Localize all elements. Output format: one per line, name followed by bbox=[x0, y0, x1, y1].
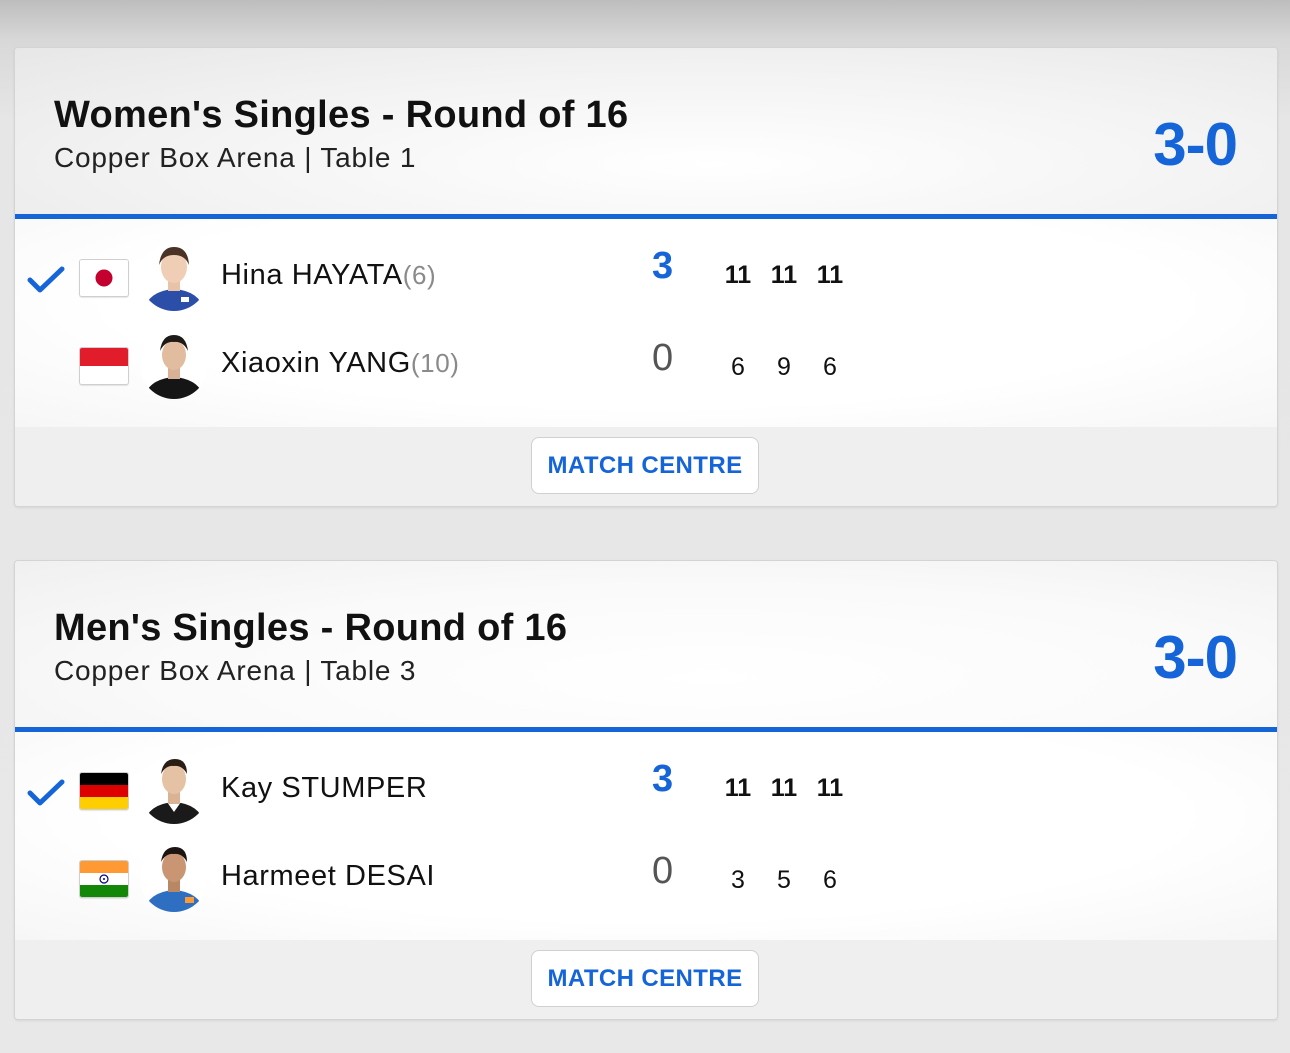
germany-flag-icon bbox=[79, 772, 129, 810]
player-name[interactable]: Harmeet DESAI bbox=[221, 860, 435, 893]
game-scores: 3 5 6 bbox=[715, 866, 875, 906]
india-flag-icon bbox=[79, 860, 129, 898]
card-footer: MATCH CENTRE bbox=[15, 427, 1277, 506]
player-avatar-icon bbox=[141, 243, 207, 311]
game-score: 9 bbox=[777, 353, 791, 381]
venue-label: Copper Box Arena | Table 1 bbox=[54, 142, 417, 173]
game-score: 11 bbox=[724, 261, 752, 289]
player-avatar-icon bbox=[141, 844, 207, 912]
match-card: Women's Singles - Round of 16 Copper Box… bbox=[14, 47, 1278, 507]
card-footer: MATCH CENTRE bbox=[15, 940, 1277, 1019]
game-scores: 11 11 11 bbox=[715, 261, 875, 301]
player-row: Harmeet DESAI 0 3 5 6 bbox=[15, 838, 1277, 918]
sets-won: 3 bbox=[652, 758, 674, 800]
japan-flag-icon bbox=[79, 259, 129, 297]
game-score: 11 bbox=[770, 261, 798, 289]
player-name-text: Xiaoxin YANG bbox=[221, 347, 411, 379]
match-centre-button[interactable]: MATCH CENTRE bbox=[531, 950, 759, 1007]
player-avatar-icon bbox=[141, 331, 207, 399]
player-name[interactable]: Kay STUMPER bbox=[221, 772, 427, 805]
players-panel: Kay STUMPER 3 11 11 11 Harmeet DESAI 0 3… bbox=[15, 732, 1277, 940]
winner-check-icon bbox=[27, 266, 65, 293]
venue-label: Copper Box Arena | Table 3 bbox=[54, 655, 417, 686]
match-header: Men's Singles - Round of 16 Copper Box A… bbox=[15, 561, 1277, 732]
event-title: Men's Singles - Round of 16 bbox=[54, 607, 568, 649]
player-name-text: Hina HAYATA bbox=[221, 259, 403, 291]
player-row: Kay STUMPER 3 11 11 11 bbox=[15, 750, 1277, 830]
game-score: 11 bbox=[770, 774, 798, 802]
match-card: Men's Singles - Round of 16 Copper Box A… bbox=[14, 560, 1278, 1020]
game-score: 5 bbox=[777, 866, 791, 894]
sets-won: 0 bbox=[652, 850, 674, 892]
game-score: 11 bbox=[816, 774, 844, 802]
game-score: 6 bbox=[823, 866, 837, 894]
player-name-text: Harmeet DESAI bbox=[221, 860, 436, 892]
game-score: 6 bbox=[731, 353, 745, 381]
seed-label: (6) bbox=[402, 260, 437, 290]
overall-score: 3-0 bbox=[1153, 111, 1238, 178]
player-name[interactable]: Hina HAYATA(6) bbox=[221, 259, 436, 292]
winner-check-icon bbox=[27, 779, 65, 806]
sets-won: 3 bbox=[652, 245, 674, 287]
game-scores: 6 9 6 bbox=[715, 353, 875, 393]
game-score: 11 bbox=[816, 261, 844, 289]
player-name-text: Kay STUMPER bbox=[221, 772, 428, 804]
event-title: Women's Singles - Round of 16 bbox=[54, 94, 629, 136]
player-row: Hina HAYATA(6) 3 11 11 11 bbox=[15, 237, 1277, 317]
players-panel: Hina HAYATA(6) 3 11 11 11 Xiaoxin YANG(1… bbox=[15, 219, 1277, 427]
overall-score: 3-0 bbox=[1153, 624, 1238, 691]
player-row: Xiaoxin YANG(10) 0 6 9 6 bbox=[15, 325, 1277, 405]
player-avatar-icon bbox=[141, 756, 207, 824]
match-centre-button[interactable]: MATCH CENTRE bbox=[531, 437, 759, 494]
seed-label: (10) bbox=[410, 348, 460, 378]
monaco-flag-icon bbox=[79, 347, 129, 385]
game-score: 11 bbox=[724, 774, 752, 802]
game-score: 3 bbox=[731, 866, 745, 894]
game-score: 6 bbox=[823, 353, 837, 381]
match-header: Women's Singles - Round of 16 Copper Box… bbox=[15, 48, 1277, 219]
sets-won: 0 bbox=[652, 337, 674, 379]
game-scores: 11 11 11 bbox=[715, 774, 875, 814]
player-name[interactable]: Xiaoxin YANG(10) bbox=[221, 347, 460, 380]
